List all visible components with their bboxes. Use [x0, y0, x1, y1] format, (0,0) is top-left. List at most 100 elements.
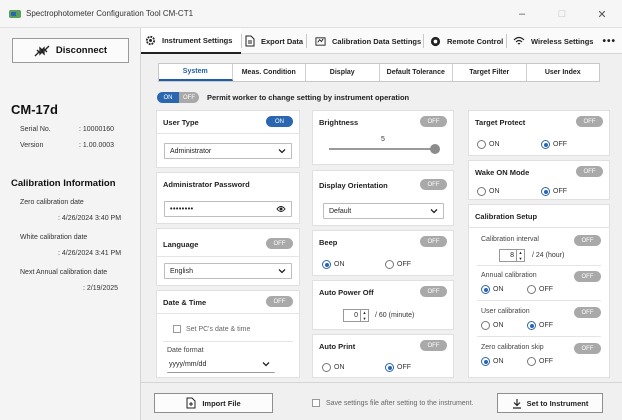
tab-export-data[interactable]: Export Data	[245, 28, 303, 54]
date-format-select[interactable]: yyyy/mm/dd	[167, 357, 275, 373]
next-cal-label: Next Annual calibration date	[20, 269, 108, 276]
subtab-target-filter[interactable]: Target Filter	[453, 64, 527, 81]
disconnect-button[interactable]: Disconnect	[12, 38, 129, 63]
import-file-button[interactable]: Import File	[154, 393, 273, 413]
device-model: CM-17d	[11, 102, 58, 117]
white-cal-label: White calibration date	[20, 234, 88, 241]
auto-power-title: Auto Power Off	[319, 288, 374, 297]
save-settings-label: Save settings file after setting to the …	[326, 399, 474, 407]
set-to-instrument-button[interactable]: Set to Instrument	[497, 393, 603, 413]
language-toggle[interactable]: OFF	[266, 238, 293, 249]
tab-instrument-settings[interactable]: Instrument Settings	[141, 28, 241, 54]
document-icon	[245, 35, 255, 47]
brightness-toggle[interactable]: OFF	[420, 116, 447, 127]
annual-cal-radio-on[interactable]: ON	[481, 285, 504, 294]
cal-interval-spinner[interactable]: 8 ▲ ▼	[499, 249, 525, 262]
zero-skip-label: Zero calibration skip	[481, 344, 544, 351]
date-time-toggle[interactable]: OFF	[266, 296, 293, 307]
tab-calibration-data[interactable]: Calibration Data Settings	[315, 28, 421, 54]
target-protect-radio-on[interactable]: ON	[477, 140, 500, 149]
beep-radio-on[interactable]: ON	[322, 260, 345, 269]
wake-on-toggle[interactable]: OFF	[576, 166, 603, 177]
tab-wireless-label: Wireless Settings	[531, 36, 594, 46]
chevron-down-icon	[262, 362, 270, 367]
orientation-toggle[interactable]: OFF	[420, 179, 447, 190]
cal-interval-label: Calibration interval	[481, 236, 539, 243]
beep-panel: Beep OFF ON OFF	[312, 230, 454, 276]
auto-print-panel: Auto Print OFF ON OFF	[312, 334, 454, 378]
beep-toggle[interactable]: OFF	[420, 236, 447, 247]
auto-power-unit: / 60 (minute)	[375, 312, 415, 319]
language-select[interactable]: English	[164, 263, 292, 279]
wake-on-radio-on[interactable]: ON	[477, 187, 500, 196]
subtab-user-index[interactable]: User Index	[527, 64, 600, 81]
next-cal-value: : 2/19/2025	[83, 285, 119, 292]
import-file-icon	[186, 397, 196, 409]
beep-title: Beep	[319, 238, 338, 247]
auto-print-radio-off[interactable]: OFF	[385, 363, 411, 372]
maximize-button[interactable]: □	[542, 0, 582, 28]
wifi-icon	[513, 36, 525, 44]
brightness-slider-thumb[interactable]	[430, 144, 440, 154]
set-to-instrument-label: Set to Instrument	[526, 398, 589, 408]
subtab-system[interactable]: System	[159, 64, 233, 81]
user-cal-radio-on[interactable]: ON	[481, 321, 504, 330]
set-pc-date-checkbox[interactable]: Set PC's date & time	[173, 325, 250, 333]
zero-cal-label: Zero calibration date	[20, 199, 84, 206]
disconnect-label: Disconnect	[55, 45, 108, 56]
user-type-title: User Type	[163, 118, 199, 127]
subtab-default-tolerance[interactable]: Default Tolerance	[380, 64, 453, 81]
target-protect-radio-off[interactable]: OFF	[541, 140, 567, 149]
title-bar: Spectrophotometer Configuration Tool CM-…	[0, 0, 622, 28]
user-type-toggle[interactable]: ON	[266, 116, 293, 127]
annual-cal-toggle[interactable]: OFF	[574, 271, 601, 282]
admin-password-value: ••••••••	[170, 205, 194, 213]
close-button[interactable]: ✕	[582, 0, 622, 28]
annual-cal-radio-off[interactable]: OFF	[527, 285, 553, 294]
orientation-select[interactable]: Default	[323, 203, 444, 219]
set-pc-date-label: Set PC's date & time	[186, 325, 251, 333]
user-type-panel: User Type ON Administrator	[156, 110, 300, 168]
app-icon	[9, 9, 21, 18]
cal-interval-unit: / 24 (hour)	[532, 252, 565, 259]
auto-power-spinner[interactable]: 0 ▲ ▼	[343, 309, 369, 322]
permission-toggle[interactable]: ON OFF	[157, 92, 199, 103]
brightness-title: Brightness	[319, 118, 359, 127]
cal-interval-value: 8	[510, 252, 514, 259]
minimize-button[interactable]: –	[502, 0, 542, 28]
zero-skip-toggle[interactable]: OFF	[574, 343, 601, 354]
wake-on-radio-off[interactable]: OFF	[541, 187, 567, 196]
user-cal-label: User calibration	[481, 308, 530, 315]
admin-password-title: Administrator Password	[163, 180, 250, 189]
user-type-select[interactable]: Administrator	[164, 143, 292, 159]
user-cal-radio-off[interactable]: OFF	[527, 321, 553, 330]
tab-export-label: Export Data	[261, 36, 304, 46]
subtab-meas-condition[interactable]: Meas. Condition	[233, 64, 306, 81]
main-tab-bar: Instrument Settings Export Data Calibrat…	[141, 28, 622, 54]
zero-skip-radio-on[interactable]: ON	[481, 357, 504, 366]
disconnect-icon	[34, 45, 50, 56]
eye-icon[interactable]	[276, 205, 286, 213]
zero-skip-radio-off[interactable]: OFF	[527, 357, 553, 366]
auto-print-toggle[interactable]: OFF	[420, 340, 447, 351]
orientation-value: Default	[329, 207, 352, 215]
import-file-label: Import File	[202, 398, 241, 408]
bottom-bar: Import File Save settings file after set…	[141, 382, 622, 420]
auto-power-toggle[interactable]: OFF	[420, 286, 447, 297]
version-value: : 1.00.0003	[79, 142, 115, 149]
wake-on-title: Wake ON Mode	[475, 168, 530, 177]
cal-interval-toggle[interactable]: OFF	[574, 235, 601, 246]
tab-wireless-settings[interactable]: Wireless Settings	[513, 28, 593, 54]
tab-remote-control[interactable]: Remote Control	[430, 28, 503, 54]
beep-radio-off[interactable]: OFF	[385, 260, 411, 269]
target-protect-toggle[interactable]: OFF	[576, 116, 603, 127]
subtab-display[interactable]: Display	[306, 64, 380, 81]
auto-print-radio-on[interactable]: ON	[322, 363, 345, 372]
admin-password-input[interactable]: ••••••••	[164, 201, 292, 217]
calibration-heading: Calibration Information	[11, 178, 116, 189]
chevron-down-icon	[278, 149, 286, 154]
more-tabs-button[interactable]: •••	[602, 36, 616, 47]
save-settings-checkbox[interactable]: Save settings file after setting to the …	[312, 399, 473, 407]
user-cal-toggle[interactable]: OFF	[574, 307, 601, 318]
auto-print-title: Auto Print	[319, 342, 356, 351]
